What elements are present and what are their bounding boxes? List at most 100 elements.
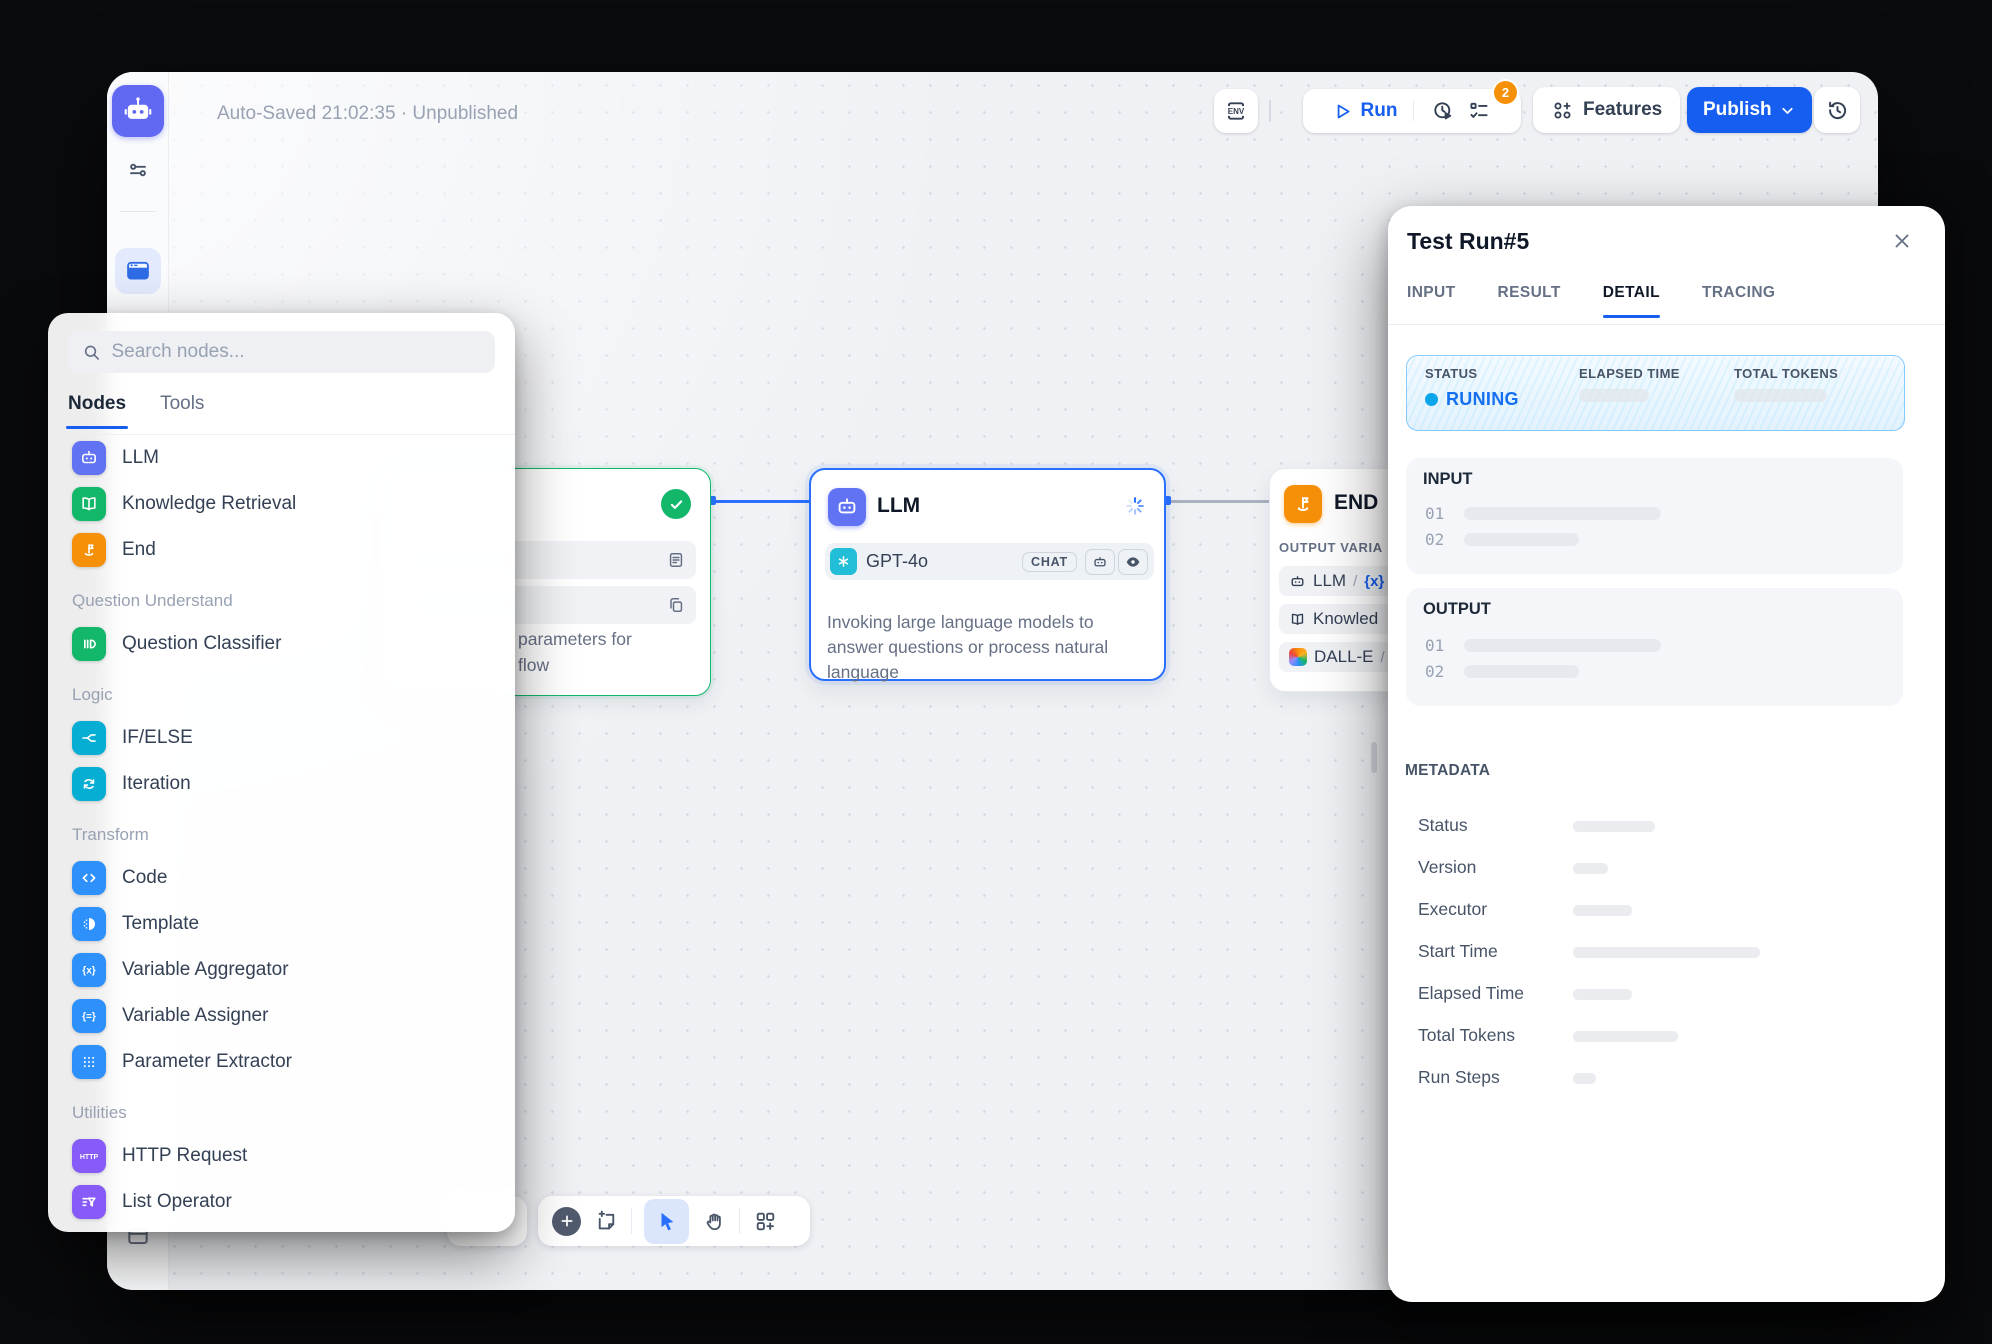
publish-button[interactable]: Publish: [1687, 87, 1812, 133]
sidebar-item-workflow[interactable]: [115, 248, 161, 294]
var-suffix: {x}: [1364, 573, 1384, 590]
svg-text:{x}: {x}: [82, 965, 96, 976]
input-skeleton: [1464, 533, 1579, 546]
agent-badge: [1085, 549, 1115, 575]
loading-spinner-icon: [1124, 495, 1146, 517]
env-button[interactable]: ENV: [1214, 89, 1258, 133]
chevron-down-icon: [1779, 102, 1796, 119]
llm-node-title: LLM: [877, 494, 920, 518]
pointer-tool-button[interactable]: [644, 1199, 689, 1244]
section-utilities: Utilities: [48, 1093, 515, 1133]
add-node-button[interactable]: [552, 1207, 581, 1236]
input-card: INPUT 01 02: [1406, 458, 1903, 574]
node-item-llm[interactable]: LLM: [48, 435, 515, 481]
tab-result[interactable]: RESULT: [1498, 284, 1561, 318]
meta-skeleton: [1573, 905, 1632, 916]
metadata-title: METADATA: [1405, 762, 1490, 780]
meta-label-start-time: Start Time: [1418, 941, 1498, 962]
node-item-http-request[interactable]: HTTP HTTP Request: [48, 1133, 515, 1179]
end-icon: [72, 533, 106, 567]
tab-input[interactable]: INPUT: [1407, 284, 1456, 318]
row-index: 01: [1425, 504, 1444, 523]
variable-aggregator-icon: {x}: [72, 953, 106, 987]
node-item-template[interactable]: Template: [48, 901, 515, 947]
node-item-knowledge-retrieval[interactable]: Knowledge Retrieval: [48, 481, 515, 527]
toolbar-divider: [739, 1208, 740, 1234]
meta-skeleton: [1573, 1073, 1596, 1084]
checklist-button[interactable]: [1466, 98, 1492, 124]
close-icon[interactable]: [1891, 230, 1915, 254]
copy-icon: [666, 595, 686, 615]
node-item-parameter-extractor[interactable]: Parameter Extractor: [48, 1039, 515, 1085]
total-tokens-label: TOTAL TOKENS: [1734, 366, 1838, 381]
node-item-variable-aggregator[interactable]: {x} Variable Aggregator: [48, 947, 515, 993]
robot-logo-icon: [121, 94, 155, 128]
node-item-question-classifier[interactable]: Question Classifier: [48, 621, 515, 667]
add-note-button[interactable]: [593, 1208, 619, 1234]
knowledge-retrieval-icon: [72, 487, 106, 521]
node-item-list-operator[interactable]: List Operator: [48, 1179, 515, 1225]
schedule-run-button[interactable]: [1430, 98, 1456, 124]
llm-node-description: Invoking large language models to answer…: [827, 610, 1143, 685]
knowledge-var-icon: [1289, 611, 1306, 628]
cursor-icon: [655, 1209, 679, 1233]
end-node-title: END: [1334, 491, 1378, 515]
organize-nodes-button[interactable]: [752, 1208, 778, 1234]
svg-text:HTTP: HTTP: [80, 1154, 99, 1161]
workflow-settings-icon[interactable]: [126, 158, 150, 182]
edge-start-to-llm: [711, 500, 811, 503]
end-node-icon: [1284, 485, 1322, 523]
template-icon: [72, 907, 106, 941]
meta-label-total-tokens: Total Tokens: [1418, 1025, 1515, 1046]
test-run-tabs: INPUT RESULT DETAIL TRACING: [1407, 284, 1775, 318]
app-logo[interactable]: [112, 85, 164, 137]
tab-tools[interactable]: Tools: [160, 393, 204, 429]
sidebar-divider: [120, 211, 156, 212]
running-dot-icon: [1425, 393, 1438, 406]
node-item-code[interactable]: Code: [48, 855, 515, 901]
test-run-panel: Test Run#5 INPUT RESULT DETAIL TRACING S…: [1388, 206, 1945, 1302]
search-input[interactable]: [111, 341, 481, 363]
autosave-status: Auto-Saved 21:02:35 · Unpublished: [217, 103, 518, 125]
if-else-icon: [72, 721, 106, 755]
llm-var-icon: [1289, 573, 1306, 590]
run-button[interactable]: Run: [1332, 100, 1398, 122]
node-selector-panel: Nodes Tools LLM Knowledge Retrieval: [48, 313, 515, 1232]
input-title: INPUT: [1423, 470, 1473, 489]
var-separator: /: [1381, 649, 1385, 666]
meta-skeleton: [1573, 1031, 1678, 1042]
variable-assigner-icon: {=}: [72, 999, 106, 1033]
llm-node[interactable]: LLM GPT-4o CHAT: [809, 468, 1166, 681]
node-item-variable-assigner[interactable]: {=} Variable Assigner: [48, 993, 515, 1039]
canvas-toolbar: [538, 1196, 810, 1246]
node-item-if-else[interactable]: IF/ELSE: [48, 715, 515, 761]
plus-icon: [559, 1213, 575, 1229]
history-button[interactable]: [1814, 87, 1860, 133]
model-selector[interactable]: GPT-4o CHAT: [825, 543, 1154, 580]
elapsed-time-label: ELAPSED TIME: [1579, 366, 1680, 381]
search-icon: [82, 342, 101, 363]
robot-badge-icon: [1092, 554, 1108, 570]
play-icon: [1332, 101, 1353, 122]
panel-resize-handle[interactable]: [1371, 742, 1377, 773]
tab-detail[interactable]: DETAIL: [1603, 284, 1660, 318]
tabs-divider: [1388, 324, 1945, 325]
start-description-line1: parameters for: [518, 629, 632, 650]
meta-label-version: Version: [1418, 857, 1476, 878]
hand-tool-button[interactable]: [701, 1208, 727, 1234]
node-search[interactable]: [68, 331, 495, 373]
meta-skeleton: [1573, 821, 1655, 832]
status-value: RUNING: [1446, 389, 1519, 410]
features-button[interactable]: Features: [1533, 87, 1680, 133]
workflow-window-icon: [124, 257, 152, 285]
meta-skeleton: [1573, 947, 1760, 958]
dalle-var-icon: [1289, 648, 1307, 666]
svg-text:{=}: {=}: [82, 1011, 96, 1022]
tab-nodes[interactable]: Nodes: [68, 393, 126, 429]
checklist-badge: 2: [1494, 81, 1517, 104]
status-label: STATUS: [1425, 366, 1519, 381]
node-item-end[interactable]: End: [48, 527, 515, 573]
node-item-iteration[interactable]: Iteration: [48, 761, 515, 807]
tab-tracing[interactable]: TRACING: [1702, 284, 1775, 318]
section-question-understand: Question Understand: [48, 581, 515, 621]
